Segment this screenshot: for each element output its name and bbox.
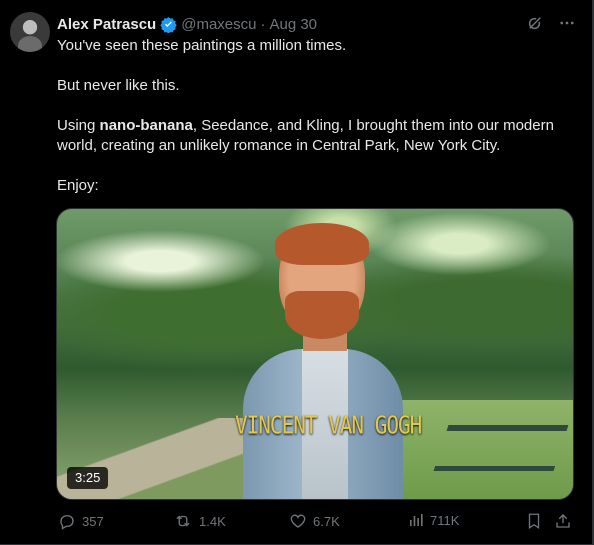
tweet-text-bold: nano-banana (99, 117, 193, 134)
like-icon (289, 512, 307, 530)
display-name[interactable]: Alex Patrascu (57, 16, 156, 33)
tweet-line: You've seen these paintings a million ti… (57, 37, 347, 54)
share-icon (554, 512, 572, 530)
avatar[interactable] (10, 12, 50, 52)
reply-icon (58, 512, 76, 530)
repost-button[interactable]: 1.4K (173, 512, 226, 530)
tweet-line: Enjoy: (57, 177, 99, 194)
tweet-body: You've seen these paintings a million ti… (57, 36, 577, 196)
video-duration-badge: 3:25 (67, 467, 109, 489)
reply-count: 357 (82, 513, 104, 529)
bookmark-button[interactable] (525, 512, 543, 530)
repost-icon (173, 512, 193, 530)
tweet-line: But never like this. (57, 77, 180, 94)
separator-dot: · (260, 15, 266, 33)
repost-count: 1.4K (199, 513, 226, 529)
verified-badge-icon (160, 16, 177, 33)
bookmark-icon (525, 512, 543, 530)
share-button[interactable] (554, 512, 572, 530)
tweet-line: Using nano-banana, Seedance, and Kling, … (57, 116, 577, 156)
grok-icon[interactable] (526, 14, 544, 32)
person-hair (275, 223, 369, 265)
tweet-actions: 357 1.4K 6.7K 711K (56, 512, 576, 534)
person-beard (285, 291, 359, 339)
more-icon[interactable] (558, 14, 576, 32)
views-count: 711K (430, 512, 460, 528)
header-actions (526, 14, 576, 32)
timestamp[interactable]: Aug 30 (269, 16, 317, 33)
like-count: 6.7K (313, 513, 340, 529)
like-button[interactable]: 6.7K (289, 512, 340, 530)
tweet-text-segment: Using (57, 117, 100, 134)
tweet-header: Alex Patrascu @maxescu · Aug 30 (57, 14, 317, 34)
video-player[interactable]: VINCENT VAN GOGH 3:25 (56, 208, 574, 500)
reply-button[interactable]: 357 (58, 512, 104, 530)
views-icon (408, 512, 424, 528)
park-bench (433, 425, 569, 471)
video-caption: VINCENT VAN GOGH (235, 410, 422, 440)
handle[interactable]: @maxescu (181, 16, 256, 33)
views-button[interactable]: 711K (408, 512, 459, 528)
